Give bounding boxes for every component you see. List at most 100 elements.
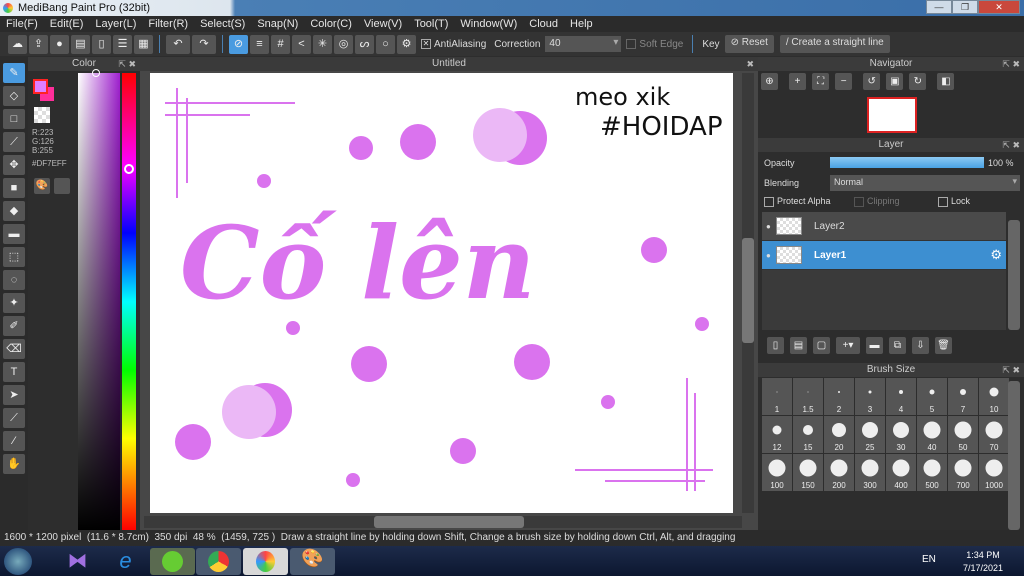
- menu-help[interactable]: Help: [564, 16, 599, 32]
- new-8bit-layer-icon[interactable]: ▢: [813, 337, 830, 354]
- new-layer-icon[interactable]: ▯: [767, 337, 784, 354]
- fit-icon[interactable]: ⛶: [812, 73, 830, 90]
- menu-window[interactable]: Window(W): [454, 16, 523, 32]
- vertical-scrollbar[interactable]: [742, 73, 754, 513]
- brush-size-option[interactable]: 700: [948, 454, 978, 491]
- document-tab[interactable]: Untitled: [432, 58, 466, 69]
- menu-filter[interactable]: Filter(R): [142, 16, 194, 32]
- magic-wand-icon[interactable]: ✦: [3, 293, 25, 313]
- sv-cursor[interactable]: [92, 69, 100, 77]
- eyedropper-icon[interactable]: ⁄: [3, 431, 25, 451]
- flip-icon[interactable]: ◧: [937, 73, 955, 90]
- drawing-canvas[interactable]: Cố lên meo xik #HOIDAP: [150, 73, 733, 513]
- visual-studio-icon[interactable]: ⧓: [55, 548, 100, 575]
- rotate-reset-icon[interactable]: ▣: [886, 73, 904, 90]
- parallel-snap-icon[interactable]: ≡: [250, 34, 269, 54]
- transparent-swatch[interactable]: [34, 107, 50, 123]
- minimize-button[interactable]: —: [926, 0, 952, 14]
- language-indicator[interactable]: EN: [922, 554, 936, 565]
- brush-size-option[interactable]: 30: [886, 416, 916, 453]
- lock-checkbox[interactable]: Lock: [938, 196, 970, 207]
- redo-icon[interactable]: ↷: [192, 34, 216, 54]
- navigator-close-icon[interactable]: ⇱ ✖: [1002, 57, 1020, 71]
- dot-tool-icon[interactable]: ⟋: [3, 132, 25, 152]
- brush-size-option[interactable]: 3: [855, 378, 885, 415]
- tab-close-icon[interactable]: ✖: [746, 57, 754, 71]
- start-button[interactable]: [4, 548, 32, 575]
- select-rect-icon[interactable]: ⬚: [3, 247, 25, 267]
- rotate-right-icon[interactable]: ↻: [909, 73, 927, 90]
- brush-size-scrollbar[interactable]: [1008, 381, 1020, 530]
- list-icon[interactable]: ☰: [113, 34, 132, 54]
- snap-settings-icon[interactable]: ⚙: [397, 34, 416, 54]
- layer-row-layer2[interactable]: ● Layer2: [762, 212, 1006, 241]
- hue-slider[interactable]: [122, 73, 136, 530]
- horizontal-scrollbar[interactable]: [144, 516, 742, 528]
- brush-size-option[interactable]: 2: [824, 378, 854, 415]
- menu-color[interactable]: Color(C): [304, 16, 358, 32]
- brush-size-option[interactable]: 400: [886, 454, 916, 491]
- merge-layer-icon[interactable]: ⇩: [912, 337, 929, 354]
- brush-size-option[interactable]: 100: [762, 454, 792, 491]
- brush-size-option[interactable]: 15: [793, 416, 823, 453]
- chrome-icon[interactable]: [196, 548, 241, 575]
- brush-size-option[interactable]: 5: [917, 378, 947, 415]
- clipping-checkbox[interactable]: Clipping: [854, 196, 900, 207]
- fill-rect-tool-icon[interactable]: ■: [3, 178, 25, 198]
- undo-icon[interactable]: ↶: [166, 34, 190, 54]
- visibility-icon[interactable]: ●: [766, 222, 771, 231]
- operation-tool-icon[interactable]: ➤: [3, 385, 25, 405]
- brush-size-option[interactable]: 500: [917, 454, 947, 491]
- maximize-button[interactable]: ❐: [952, 0, 978, 14]
- brush-size-option[interactable]: 20: [824, 416, 854, 453]
- brush-size-option[interactable]: 1.5: [793, 378, 823, 415]
- menu-edit[interactable]: Edit(E): [44, 16, 90, 32]
- zoom-100-icon[interactable]: ⊕: [761, 73, 778, 90]
- menu-snap[interactable]: Snap(N): [251, 16, 304, 32]
- page-icon[interactable]: ▯: [92, 34, 111, 54]
- create-straight-line-button[interactable]: / Create a straight line: [779, 35, 890, 53]
- text-tool-icon[interactable]: T: [3, 362, 25, 382]
- panel-close-icon[interactable]: ⇱ ✖: [118, 57, 136, 71]
- snap-off-icon[interactable]: ⊘: [229, 34, 248, 54]
- grid-icon[interactable]: ▦: [134, 34, 153, 54]
- color-history-icon[interactable]: [54, 178, 70, 194]
- menu-cloud[interactable]: Cloud: [523, 16, 564, 32]
- zoom-in-icon[interactable]: +: [789, 73, 807, 90]
- brush-size-option[interactable]: 200: [824, 454, 854, 491]
- internet-explorer-icon[interactable]: e: [103, 548, 148, 575]
- layer-settings-icon[interactable]: ⚙: [990, 247, 1002, 263]
- move-tool-icon[interactable]: ✥: [3, 155, 25, 175]
- layer-scrollbar[interactable]: [1008, 220, 1020, 330]
- layer-row-layer1[interactable]: ● Layer1 ⚙: [762, 241, 1006, 270]
- menu-tool[interactable]: Tool(T): [408, 16, 454, 32]
- menu-file[interactable]: File(F): [0, 16, 44, 32]
- brush-size-option[interactable]: 150: [793, 454, 823, 491]
- brush-size-option[interactable]: 7: [948, 378, 978, 415]
- eraser-tool-icon[interactable]: ◇: [3, 86, 25, 106]
- opacity-slider[interactable]: [830, 157, 984, 168]
- gradient-tool-icon[interactable]: ▬: [3, 224, 25, 244]
- paint-icon[interactable]: 🎨: [290, 548, 335, 575]
- cross-snap-icon[interactable]: #: [271, 34, 290, 54]
- divide-tool-icon[interactable]: ⟋: [3, 408, 25, 428]
- layer-panel-close-icon[interactable]: ⇱ ✖: [1002, 138, 1020, 152]
- brush-size-option[interactable]: 300: [855, 454, 885, 491]
- hue-cursor[interactable]: [124, 164, 134, 174]
- correction-select[interactable]: 40: [545, 36, 622, 52]
- brush-size-option[interactable]: 12: [762, 416, 792, 453]
- rotate-left-icon[interactable]: ↺: [863, 73, 881, 90]
- navigator-preview[interactable]: [867, 97, 917, 133]
- cloud-icon[interactable]: ☁: [8, 34, 27, 54]
- brush-size-option[interactable]: 1000: [979, 454, 1009, 491]
- close-button[interactable]: ✕: [978, 0, 1020, 14]
- share-icon[interactable]: ⇪: [29, 34, 48, 54]
- concentric-snap-icon[interactable]: ◎: [334, 34, 353, 54]
- hex-value[interactable]: #DF7EFF: [32, 159, 67, 168]
- select-eraser-icon[interactable]: ⌫: [3, 339, 25, 359]
- vanishing-point-icon[interactable]: <: [292, 34, 311, 54]
- bucket-tool-icon[interactable]: ◆: [3, 201, 25, 221]
- new-halftone-layer-icon[interactable]: ▤: [790, 337, 807, 354]
- visibility-icon[interactable]: ●: [766, 251, 771, 260]
- folder-icon[interactable]: ▬: [866, 337, 883, 354]
